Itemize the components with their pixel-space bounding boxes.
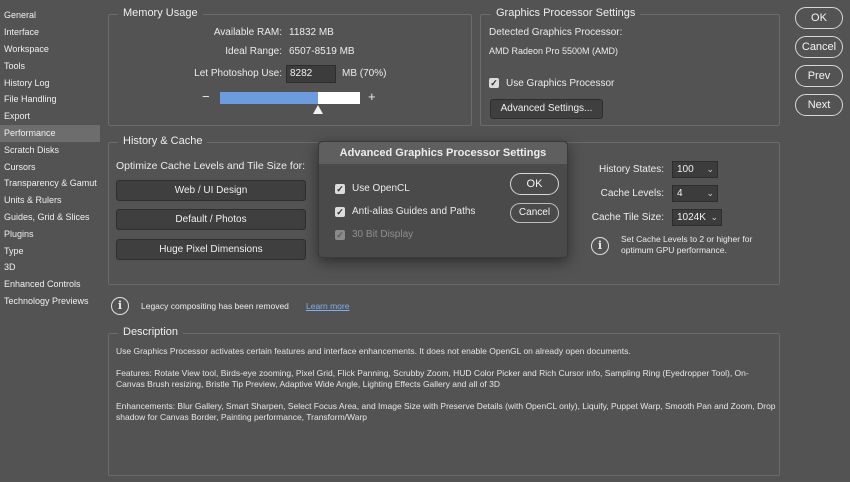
let-photoshop-use-label: Let Photoshop Use: — [194, 68, 282, 79]
sidebar-item-guides-grid-slices[interactable]: Guides, Grid & Slices — [0, 209, 100, 226]
use-opencl-label: Use OpenCL — [352, 183, 410, 194]
sidebar-item-history-log[interactable]: History Log — [0, 75, 100, 92]
sidebar-item-workspace[interactable]: Workspace — [0, 41, 100, 58]
sidebar-item-transparency-gamut[interactable]: Transparency & Gamut — [0, 175, 100, 192]
antialias-checkbox[interactable]: ✓ — [335, 207, 345, 217]
learn-more-link[interactable]: Learn more — [306, 301, 349, 311]
chevron-down-icon: ⌄ — [706, 164, 714, 174]
use-gpu-checkbox[interactable]: ✓ — [489, 78, 499, 88]
info-icon: i — [111, 297, 129, 315]
antialias-label: Anti-alias Guides and Paths — [352, 206, 476, 217]
description-paragraph-2: Features: Rotate View tool, Birds-eye zo… — [116, 368, 749, 389]
default-photos-button[interactable]: Default / Photos — [116, 209, 306, 230]
advanced-gpu-settings-dialog: Advanced Graphics Processor Settings ✓ U… — [318, 141, 568, 258]
dialog-title: Advanced Graphics Processor Settings — [319, 142, 567, 164]
use-gpu-label: Use Graphics Processor — [506, 78, 615, 89]
cache-tile-size-value: 1024K — [677, 212, 706, 223]
ok-button[interactable]: OK — [795, 7, 843, 29]
optimize-label: Optimize Cache Levels and Tile Size for: — [116, 160, 306, 172]
history-cache-title: History & Cache — [118, 135, 208, 147]
memory-usage-title: Memory Usage — [118, 7, 203, 19]
description-title: Description — [118, 326, 184, 338]
sidebar-item-cursors[interactable]: Cursors — [0, 159, 100, 176]
increase-memory-button[interactable]: + — [368, 89, 376, 104]
decrease-memory-button[interactable]: − — [202, 89, 210, 104]
sidebar-item-file-handling[interactable]: File Handling — [0, 91, 100, 108]
sidebar-item-general[interactable]: General — [0, 7, 100, 24]
dialog-ok-button[interactable]: OK — [510, 173, 559, 195]
chevron-down-icon: ⌄ — [710, 212, 718, 222]
use-opencl-checkbox[interactable]: ✓ — [335, 184, 345, 194]
dialog-cancel-button[interactable]: Cancel — [510, 203, 559, 223]
sidebar-item-units-rulers[interactable]: Units & Rulers — [0, 192, 100, 209]
sidebar-item-enhanced-controls[interactable]: Enhanced Controls — [0, 276, 100, 293]
cache-tile-size-label: Cache Tile Size: — [591, 212, 664, 223]
legacy-compositing-text: Legacy compositing has been removed — [141, 301, 289, 311]
description-paragraph-3: Enhancements: Blur Gallery, Smart Sharpe… — [116, 401, 776, 422]
available-ram-label: Available RAM: — [213, 27, 282, 38]
history-states-label: History States: — [598, 164, 664, 175]
sidebar-item-scratch-disks[interactable]: Scratch Disks — [0, 142, 100, 159]
sidebar-item-3d[interactable]: 3D — [0, 259, 100, 276]
ideal-range-value: 6507-8519 MB — [289, 46, 355, 57]
gpu-settings-title: Graphics Processor Settings — [491, 7, 641, 19]
memory-amount-input[interactable]: 8282 — [286, 65, 336, 83]
sidebar-item-technology-previews[interactable]: Technology Previews — [0, 293, 100, 310]
memory-percent-label: MB (70%) — [342, 68, 387, 79]
prev-button[interactable]: Prev — [795, 65, 843, 87]
sidebar-item-tools[interactable]: Tools — [0, 58, 100, 75]
detected-gpu-label: Detected Graphics Processor: — [489, 27, 623, 38]
sidebar-item-interface[interactable]: Interface — [0, 24, 100, 41]
preferences-sidebar: General Interface Workspace Tools Histor… — [0, 7, 100, 317]
description-paragraph-1: Use Graphics Processor activates certain… — [116, 346, 631, 356]
sidebar-item-performance[interactable]: Performance — [0, 125, 100, 142]
history-states-value: 100 — [677, 164, 694, 175]
chevron-down-icon: ⌄ — [706, 188, 714, 198]
memory-slider-fill — [220, 92, 318, 104]
info-icon: i — [591, 237, 609, 255]
sidebar-item-plugins[interactable]: Plugins — [0, 226, 100, 243]
detected-gpu-value: AMD Radeon Pro 5500M (AMD) — [489, 46, 619, 56]
next-button[interactable]: Next — [795, 94, 843, 116]
memory-slider-track[interactable] — [220, 92, 360, 104]
available-ram-value: 11832 MB — [289, 27, 334, 38]
sidebar-item-export[interactable]: Export — [0, 108, 100, 125]
cache-tile-size-select[interactable]: 1024K ⌄ — [672, 209, 722, 226]
web-ui-design-button[interactable]: Web / UI Design — [116, 180, 306, 201]
30-bit-display-label: 30 Bit Display — [352, 229, 414, 240]
advanced-settings-button[interactable]: Advanced Settings... — [490, 99, 603, 119]
cache-levels-value: 4 — [677, 188, 683, 199]
cache-levels-select[interactable]: 4 ⌄ — [672, 185, 718, 202]
ideal-range-label: Ideal Range: — [225, 46, 282, 57]
memory-slider-thumb[interactable] — [313, 105, 323, 114]
huge-pixel-dimensions-button[interactable]: Huge Pixel Dimensions — [116, 239, 306, 260]
cache-tip-text: Set Cache Levels to 2 or higher for opti… — [621, 234, 753, 255]
cancel-button[interactable]: Cancel — [795, 36, 843, 58]
30-bit-display-checkbox: ✓ — [335, 230, 345, 240]
history-states-select[interactable]: 100 ⌄ — [672, 161, 718, 178]
sidebar-item-type[interactable]: Type — [0, 243, 100, 260]
cache-levels-label: Cache Levels: — [600, 188, 664, 199]
